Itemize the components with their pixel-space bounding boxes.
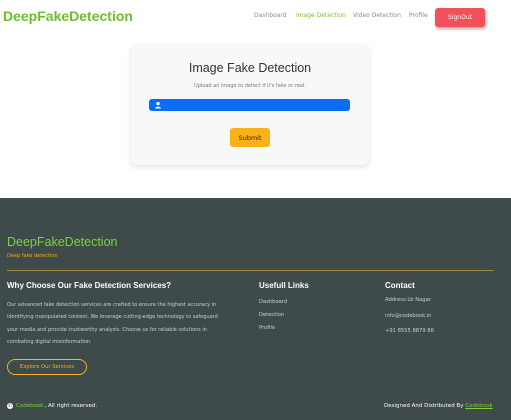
contact-email: info@codebook.in xyxy=(385,313,432,319)
why-line: identifying manipulated content. We leve… xyxy=(7,314,218,321)
contact-title: Contact xyxy=(385,281,415,290)
nav-profile[interactable]: Profile xyxy=(409,12,428,19)
site-header: DeepFakeDetection Dashboard Image Detect… xyxy=(0,0,511,34)
site-footer: DeepFakeDetection Deep fake detection Wh… xyxy=(0,198,511,420)
contact-address: Address:Lb Nagar xyxy=(385,297,431,303)
footer-brand: DeepFakeDetection xyxy=(7,235,118,249)
brand-logo[interactable]: DeepFakeDetection xyxy=(3,8,133,24)
nav-dashboard[interactable]: Dashboard xyxy=(254,12,287,19)
copyright-icon: © xyxy=(7,403,13,409)
copyright-text: , All right reserved. xyxy=(44,403,98,409)
submit-button[interactable]: Submit xyxy=(230,128,270,147)
signout-button[interactable]: SignOut xyxy=(435,8,485,27)
image-detection-card: Image Fake Detection Upload an image to … xyxy=(131,44,369,165)
card-title: Image Fake Detection xyxy=(188,61,312,75)
contact-phone: +91 8555 8879 86 xyxy=(385,328,434,334)
footer-link-profile[interactable]: Profile xyxy=(259,325,275,331)
nav-image-detection[interactable]: Image Detection xyxy=(296,12,346,19)
footer-tagline: Deep fake detection xyxy=(7,253,58,259)
useful-links-title: Usefull Links xyxy=(259,281,309,290)
footer-link-detection[interactable]: Detection xyxy=(259,312,284,318)
image-file-input[interactable] xyxy=(149,99,350,111)
why-line: Our advanced fake detection services are… xyxy=(7,302,217,308)
why-line: your media and provide trustworthy analy… xyxy=(7,326,207,333)
nav-video-detection[interactable]: Video Detection xyxy=(353,12,401,19)
designed-text: Designed And Distributed By xyxy=(384,403,466,409)
footer-divider xyxy=(7,270,494,271)
why-choose-title: Why Choose Our Fake Detection Services? xyxy=(7,281,172,290)
designed-brand-link[interactable]: Codebook xyxy=(465,403,493,409)
copyright-brand-link[interactable]: Codebook xyxy=(16,403,44,409)
designed-by: Designed And Distributed By Codebook xyxy=(384,403,493,409)
explore-services-button[interactable]: Explore Our Services xyxy=(7,359,87,375)
why-choose-text: Our advanced fake detection services are… xyxy=(7,299,257,349)
footer-link-dashboard[interactable]: Dashboard xyxy=(259,299,287,305)
why-line: combating digital misinformation. xyxy=(7,339,92,346)
copyright: © Codebook , All right reserved. xyxy=(7,403,97,409)
user-upload-icon xyxy=(155,101,161,109)
card-subtitle: Upload an image to detect if it's fake o… xyxy=(194,83,306,89)
